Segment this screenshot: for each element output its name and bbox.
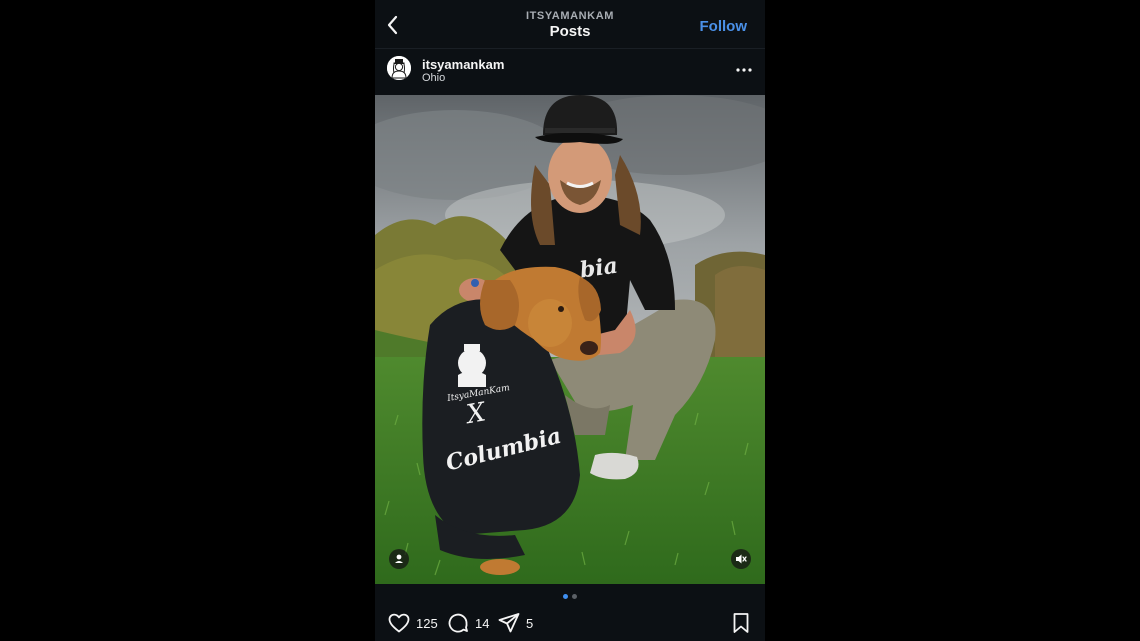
avatar[interactable]	[387, 56, 411, 80]
tagged-users-button[interactable]	[389, 549, 409, 569]
muted-speaker-icon	[736, 554, 747, 564]
carousel-dot	[572, 594, 577, 599]
post-header: itsyamankam Ohio	[375, 49, 765, 95]
comment-count: 14	[475, 615, 490, 631]
avatar-cartoon-icon	[387, 56, 411, 80]
bookmark-icon	[733, 613, 749, 633]
chevron-left-icon	[387, 15, 398, 35]
post-location[interactable]: Ohio	[422, 72, 445, 85]
phone-screen: ITSYAMANKAM Posts Follow itsyamankam Ohi…	[375, 0, 765, 641]
post-photo[interactable]: bia ItsyaManKam X Columbia	[375, 95, 765, 584]
shirt-brand-text: bia	[578, 253, 619, 284]
user-tag-icon	[395, 554, 403, 563]
more-horizontal-icon	[736, 68, 752, 72]
comment-button[interactable]: 14	[446, 611, 489, 635]
more-options-button[interactable]	[735, 61, 753, 79]
paper-plane-icon	[498, 613, 520, 633]
comment-bubble-icon	[448, 613, 468, 633]
header-title-block: ITSYAMANKAM Posts	[470, 10, 670, 41]
follow-button[interactable]: Follow	[700, 18, 748, 35]
back-button[interactable]	[381, 12, 407, 38]
carousel-indicator	[375, 594, 765, 599]
header-username: ITSYAMANKAM	[525, 10, 615, 22]
mute-button[interactable]	[731, 549, 751, 569]
photo-scene: bia ItsyaManKam X Columbia	[375, 95, 765, 584]
post-action-bar: 125 14 5	[375, 609, 765, 637]
like-button[interactable]: 125	[387, 611, 438, 635]
post-username[interactable]: itsyamankam	[422, 57, 504, 72]
like-count: 125	[416, 615, 438, 631]
top-navigation-bar: ITSYAMANKAM Posts Follow	[375, 0, 765, 49]
heart-icon	[388, 613, 410, 633]
carousel-dot-active	[563, 594, 568, 599]
share-count: 5	[526, 615, 534, 631]
page-title: Posts	[549, 23, 591, 40]
share-button[interactable]: 5	[497, 611, 533, 635]
save-button[interactable]	[729, 611, 753, 635]
